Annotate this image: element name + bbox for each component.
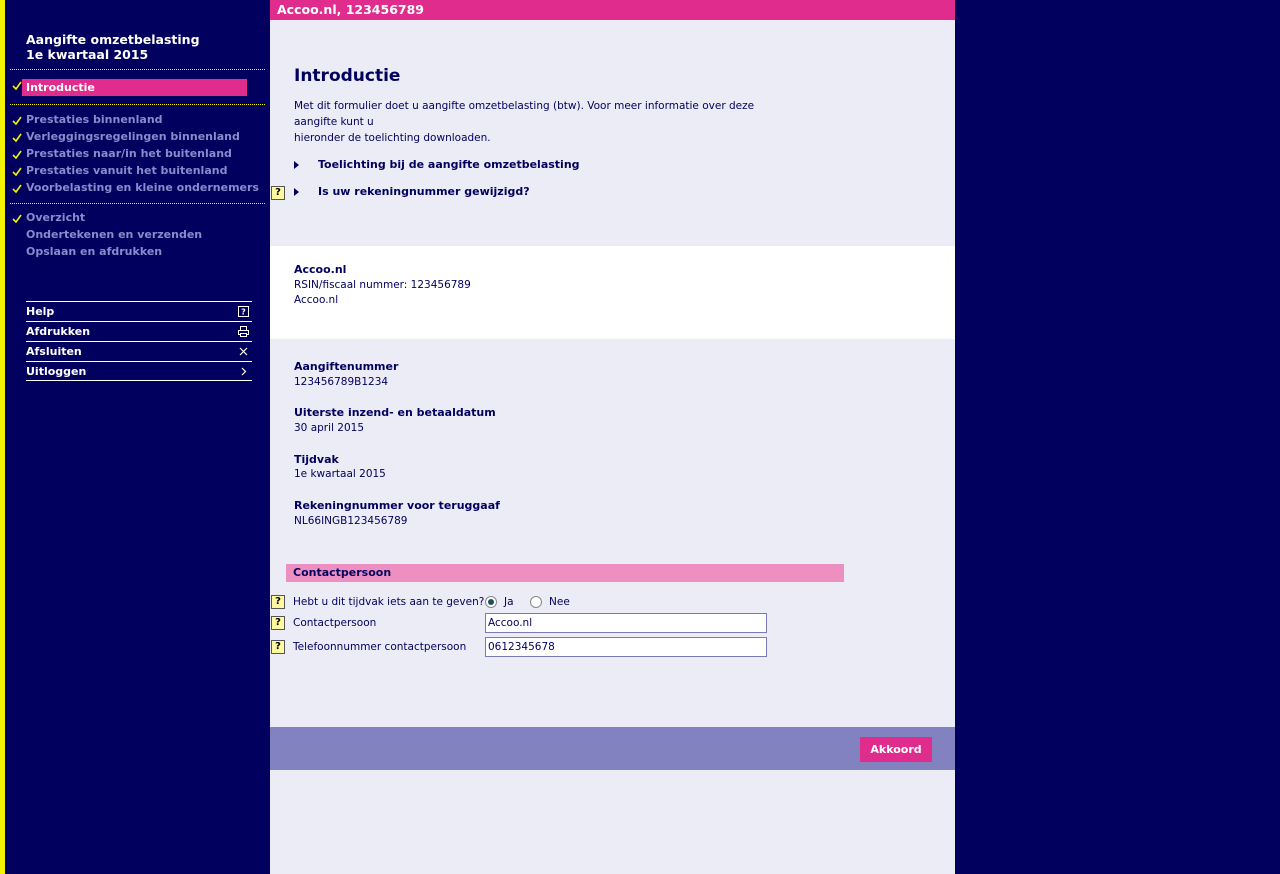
sidebar-item-verleggingsregelingen[interactable]: Verleggingsregelingen binnenland (26, 130, 240, 144)
help-question-icon[interactable]: ? (271, 595, 285, 609)
triangle-right-icon (294, 188, 299, 196)
company-name: Accoo.nl (294, 263, 347, 276)
sidebar-item-introductie[interactable]: Introductie (22, 79, 247, 96)
radio-nee[interactable] (530, 596, 542, 608)
intro-text: Met dit formulier doet u aangifte omzetb… (294, 98, 794, 146)
check-icon (12, 81, 22, 91)
check-icon (12, 133, 22, 143)
sidebar-item-overzicht[interactable]: Overzicht (26, 211, 85, 225)
datum-label: Uiterste inzend- en betaaldatum (294, 406, 496, 419)
telefoon-label: Telefoonnummer contactpersoon (293, 641, 467, 653)
sidebar-title-line1: Aangifte omzetbelasting (26, 32, 200, 47)
logout-label: Uitloggen (26, 365, 87, 378)
sidebar-item-voorbelasting[interactable]: Voorbelasting en kleine ondernemers (26, 181, 259, 195)
sidebar-item-ondertekenen[interactable]: Ondertekenen en verzenden (26, 228, 202, 242)
close-icon (239, 347, 248, 356)
radio-nee-label[interactable]: Nee (549, 596, 570, 608)
company-info-box: Accoo.nl RSIN/fiscaal nummer: 123456789 … (270, 246, 955, 339)
akkoord-button[interactable]: Akkoord (860, 737, 932, 762)
sidebar-item-opslaan[interactable]: Opslaan en afdrukken (26, 245, 162, 259)
company-rsin: RSIN/fiscaal nummer: 123456789 (294, 279, 471, 291)
check-icon (12, 214, 22, 224)
check-icon (12, 116, 22, 126)
sidebar-item-prestaties-binnenland[interactable]: Prestaties binnenland (26, 113, 163, 127)
sidebar-menu: Help ? Afdrukken Afsluiten Uitloggen (26, 301, 252, 381)
rekeningnummer-value: NL66INGB123456789 (294, 515, 408, 527)
rekeningnummer-link-label: Is uw rekeningnummer gewijzigd? (318, 185, 530, 198)
help-label: Help (26, 305, 55, 318)
help-button[interactable]: Help ? (26, 301, 252, 321)
sidebar-item-prestaties-vanuit-buitenland[interactable]: Prestaties vanuit het buitenland (26, 164, 227, 178)
page-title: Introductie (294, 66, 401, 86)
print-button[interactable]: Afdrukken (26, 321, 252, 341)
rekeningnummer-link[interactable]: Is uw rekeningnummer gewijzigd? (294, 185, 530, 198)
aangiftenummer-label: Aangiftenummer (294, 360, 399, 373)
printer-icon (238, 326, 249, 337)
page-header: Accoo.nl, 123456789 (270, 0, 955, 20)
rekeningnummer-label: Rekeningnummer voor teruggaaf (294, 499, 500, 512)
company-name-secondary: Accoo.nl (294, 294, 339, 306)
close-button[interactable]: Afsluiten (26, 341, 252, 361)
tijdvak-value: 1e kwartaal 2015 (294, 468, 386, 480)
sidebar-title-line2: 1e kwartaal 2015 (26, 47, 149, 62)
intro-text-line1: Met dit formulier doet u aangifte omzetb… (294, 100, 755, 128)
sidebar-divider (10, 203, 265, 204)
contactpersoon-section-header: Contactpersoon (286, 564, 844, 582)
contactpersoon-label: Contactpersoon (293, 617, 377, 629)
print-label: Afdrukken (26, 325, 91, 338)
close-label: Afsluiten (26, 345, 82, 358)
sidebar-item-prestaties-naar-buitenland[interactable]: Prestaties naar/in het buitenland (26, 147, 232, 161)
sidebar-divider (10, 104, 265, 105)
toelichting-link[interactable]: Toelichting bij de aangifte omzetbelasti… (294, 158, 580, 171)
question-label: Hebt u dit tijdvak iets aan te geven? (293, 596, 485, 608)
check-icon (12, 184, 22, 194)
datum-value: 30 april 2015 (294, 422, 365, 434)
aangiftenummer-value: 123456789B1234 (294, 376, 389, 388)
sidebar-divider (10, 69, 265, 70)
help-question-icon[interactable]: ? (271, 640, 285, 654)
check-icon (12, 167, 22, 177)
triangle-right-icon (294, 161, 299, 169)
svg-text:?: ? (241, 308, 246, 317)
help-question-icon[interactable]: ? (271, 616, 285, 630)
sidebar-title: Aangifte omzetbelasting 1e kwartaal 2015 (26, 32, 200, 62)
check-icon (12, 150, 22, 160)
radio-ja[interactable] (485, 596, 497, 608)
sidebar: Aangifte omzetbelasting 1e kwartaal 2015… (5, 0, 269, 874)
contactpersoon-input[interactable]: Accoo.nl (485, 613, 767, 633)
tijdvak-label: Tijdvak (294, 453, 339, 466)
main-content: Accoo.nl, 123456789 Introductie Met dit … (270, 0, 955, 874)
help-icon: ? (238, 306, 249, 317)
toelichting-link-label: Toelichting bij de aangifte omzetbelasti… (318, 158, 580, 171)
help-question-icon[interactable]: ? (271, 186, 285, 200)
radio-ja-label[interactable]: Ja (504, 596, 514, 608)
footer-bar: Akkoord (270, 727, 955, 770)
intro-text-line2: hieronder de toelichting downloaden. (294, 132, 491, 144)
chevron-right-icon (241, 367, 247, 376)
telefoon-input[interactable]: 0612345678 (485, 637, 767, 657)
logout-button[interactable]: Uitloggen (26, 361, 252, 381)
